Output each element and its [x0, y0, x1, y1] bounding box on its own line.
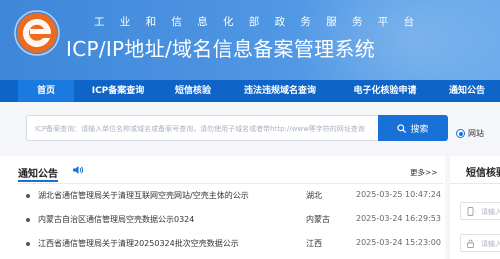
notice-panel: 通知公告 更多>> 湖北省通信管理局关于清理互联网空壳网站/空壳主体的公示 湖北… — [0, 156, 445, 259]
e-logo-icon[interactable] — [14, 10, 60, 56]
sms-phone-field[interactable]: 请输入 — [460, 234, 500, 252]
list-item[interactable]: 湖北省通信管理局关于清理互联网空壳网站/空壳主体的公示 湖北 2025-03-2… — [26, 189, 441, 203]
notice-item-title[interactable]: 内蒙古自治区通信管理局空壳数据公示0324 — [38, 214, 194, 225]
nav-item-home[interactable]: 首页 — [18, 80, 74, 102]
search-icon — [397, 123, 407, 133]
bullet-icon — [26, 218, 30, 222]
bullet-icon — [26, 242, 30, 246]
notice-item-title[interactable]: 湖北省通信管理局关于清理互联网空壳网站/空壳主体的公示 — [38, 190, 249, 201]
search-input[interactable] — [27, 117, 378, 141]
notice-item-date: 2025-03-24 15:23:00 — [356, 238, 441, 247]
site-header: 工业和信息化部政务服务平台 ICP/IP地址/域名信息备案管理系统 — [0, 0, 500, 80]
radio-website-label: 网站 — [468, 129, 484, 138]
notice-item-region: 江西 — [306, 239, 322, 248]
list-item[interactable]: 江西省通信管理局关于清理20250324批次空壳数据公示 江西 2025-03-… — [26, 237, 441, 251]
notice-item-date: 2025-03-25 10:47:24 — [356, 190, 441, 199]
sms-divider — [450, 183, 500, 184]
nav-item-sms-verify[interactable]: 短信核验 — [162, 80, 224, 102]
search-button-label: 搜索 — [410, 124, 429, 135]
sms-code-field[interactable]: 请输入验证码 — [460, 202, 500, 220]
notice-title: 通知公告 — [18, 169, 58, 180]
lock-icon — [467, 239, 474, 248]
sms-code-placeholder: 请输入验证码 — [481, 208, 500, 216]
radio-website[interactable] — [456, 129, 465, 138]
sms-phone-placeholder: 请输入 — [481, 240, 500, 248]
notice-item-title[interactable]: 江西省通信管理局关于清理20250324批次空壳数据公示 — [38, 238, 239, 249]
bullet-icon — [26, 194, 30, 198]
search-box — [26, 115, 378, 141]
page-title: ICP/IP地址/域名信息备案管理系统 — [66, 37, 376, 61]
search-area: 搜索 — [0, 102, 500, 152]
nav-item-icp-query[interactable]: ICP备案查询 — [74, 80, 162, 102]
sms-title: 短信核验 — [466, 168, 500, 179]
main-nav: 首页 ICP备案查询 短信核验 违法违规域名查询 电子化核验申请 通知公告 — [0, 80, 500, 102]
speaker-icon — [73, 166, 84, 174]
notice-item-region: 内蒙古 — [306, 215, 330, 224]
sms-panel: 短信核验 请输入验证码 请输入 — [450, 156, 500, 259]
phone-icon — [467, 207, 474, 216]
notice-item-region: 湖北 — [306, 191, 322, 200]
list-item[interactable]: 内蒙古自治区通信管理局空壳数据公示0324 内蒙古 2025-03-24 16:… — [26, 213, 441, 227]
nav-item-e-verify[interactable]: 电子化核验申请 — [336, 80, 434, 102]
nav-item-notices[interactable]: 通知公告 — [434, 80, 500, 102]
search-button[interactable]: 搜索 — [378, 115, 448, 141]
notice-item-date: 2025-03-24 16:29:53 — [356, 214, 441, 223]
more-link[interactable]: 更多>> — [410, 167, 438, 178]
notice-divider — [18, 183, 443, 184]
notice-title-underline — [18, 180, 58, 182]
ministry-name: 工业和信息化部政务服务平台 — [94, 16, 430, 28]
nav-item-illegal-domain[interactable]: 违法违规域名查询 — [224, 80, 336, 102]
